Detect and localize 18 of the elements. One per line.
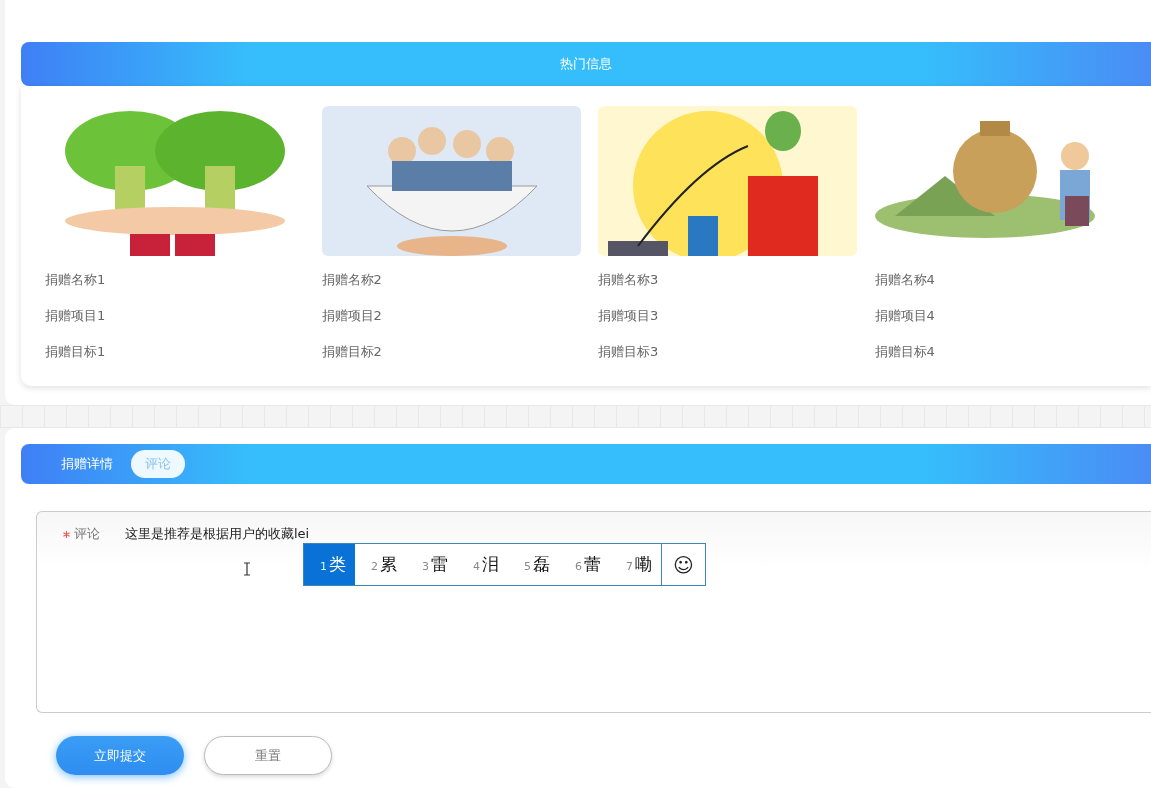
donation-name: 捐赠名称2 (321, 271, 383, 289)
donation-target: 捐赠目标1 (45, 343, 107, 361)
donation-project: 捐赠项目2 (321, 307, 383, 325)
comment-field[interactable]: 这里是推荐是根据用户的收藏lei (125, 524, 725, 544)
donation-project: 捐赠项目4 (874, 307, 936, 325)
donation-target: 捐赠目标2 (321, 343, 383, 361)
donation-name: 捐赠名称4 (874, 271, 936, 289)
section-title: 热门信息 (560, 55, 612, 74)
ime-candidate[interactable]: 1 类 (304, 544, 355, 585)
donation-name: 捐赠名称3 (598, 271, 660, 289)
text-cursor-icon (243, 562, 251, 576)
label-text: 评论 (74, 526, 100, 541)
donation-target: 捐赠目标3 (598, 343, 660, 361)
donation-target: 捐赠目标4 (874, 343, 936, 361)
reset-button[interactable]: 重置 (204, 736, 332, 775)
donation-project: 捐赠项目1 (45, 307, 107, 325)
donation-project: 捐赠项目3 (598, 307, 660, 325)
donation-name: 捐赠名称1 (45, 271, 107, 289)
